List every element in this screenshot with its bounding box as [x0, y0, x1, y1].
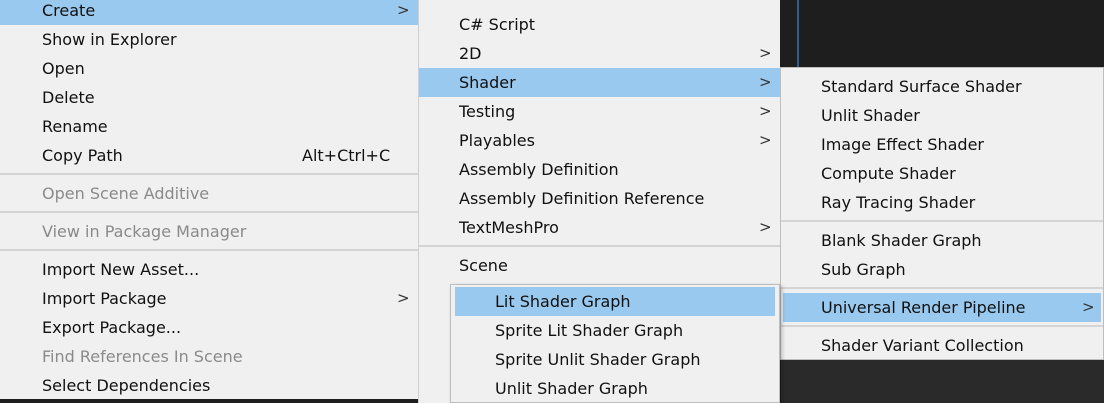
- menu-item-csharp-script-label: C# Script: [459, 15, 536, 34]
- menu-item-delete-label: Delete: [42, 88, 95, 107]
- menu-item-2d-label: 2D: [459, 44, 482, 63]
- menu-separator: [781, 325, 1103, 327]
- menu-item-playables[interactable]: Playables >: [419, 126, 780, 155]
- menu-item-image-effect-shader-label: Image Effect Shader: [821, 135, 985, 154]
- menu-separator: [0, 173, 418, 175]
- menu-item-create[interactable]: Create >: [0, 0, 418, 25]
- menu-item-unlit-shader-graph[interactable]: Unlit Shader Graph: [455, 374, 775, 403]
- context-menu-universal-render-pipeline: Lit Shader Graph Sprite Lit Shader Graph…: [450, 284, 780, 403]
- menu-item-sub-graph[interactable]: Sub Graph: [781, 255, 1103, 284]
- menu-item-textmeshpro-label: TextMeshPro: [459, 218, 559, 237]
- menu-item-assembly-definition[interactable]: Assembly Definition: [419, 155, 780, 184]
- menu-item-textmeshpro[interactable]: TextMeshPro >: [419, 213, 780, 242]
- submenu-arrow-icon: >: [759, 131, 772, 149]
- menu-item-blank-shader-graph-label: Blank Shader Graph: [821, 231, 982, 250]
- context-menu-main: Create > Show in Explorer Open Delete Re…: [0, 0, 418, 399]
- submenu-arrow-icon: >: [759, 73, 772, 91]
- menu-item-image-effect-shader[interactable]: Image Effect Shader: [781, 130, 1103, 159]
- menu-item-create-label: Create: [42, 1, 96, 20]
- menu-item-find-references-in-scene-label: Find References In Scene: [42, 347, 243, 366]
- menu-separator: [781, 220, 1103, 222]
- menu-item-delete[interactable]: Delete: [0, 83, 418, 112]
- menu-item-export-package[interactable]: Export Package...: [0, 313, 418, 342]
- menu-item-select-dependencies-label: Select Dependencies: [42, 376, 211, 395]
- menu-item-import-package-label: Import Package: [42, 289, 167, 308]
- menu-item-show-in-explorer-label: Show in Explorer: [42, 30, 177, 49]
- menu-item-shader-variant-collection[interactable]: Shader Variant Collection: [781, 331, 1103, 360]
- menu-item-unlit-shader-label: Unlit Shader: [821, 106, 920, 125]
- menu-item-blank-shader-graph[interactable]: Blank Shader Graph: [781, 226, 1103, 255]
- menu-item-copy-path-label: Copy Path: [42, 146, 123, 165]
- submenu-arrow-icon: >: [759, 44, 772, 62]
- menu-item-rename-label: Rename: [42, 117, 108, 136]
- menu-item-assembly-definition-reference-label: Assembly Definition Reference: [459, 189, 705, 208]
- menu-item-select-dependencies[interactable]: Select Dependencies: [0, 371, 418, 400]
- menu-item-open-scene-additive: Open Scene Additive: [0, 179, 418, 208]
- menu-separator: [781, 287, 1103, 289]
- menu-item-open[interactable]: Open: [0, 54, 418, 83]
- menu-item-2d[interactable]: 2D >: [419, 39, 780, 68]
- menu-item-shader[interactable]: Shader >: [419, 68, 780, 97]
- panel-edge-line: [797, 0, 799, 67]
- menu-separator: [419, 245, 780, 247]
- menu-item-lit-shader-graph-label: Lit Shader Graph: [495, 292, 631, 311]
- menu-item-compute-shader[interactable]: Compute Shader: [781, 159, 1103, 188]
- menu-item-ray-tracing-shader[interactable]: Ray Tracing Shader: [781, 188, 1103, 217]
- menu-item-open-scene-additive-label: Open Scene Additive: [42, 184, 210, 203]
- menu-item-universal-render-pipeline[interactable]: Universal Render Pipeline >: [783, 293, 1101, 322]
- menu-item-show-in-explorer[interactable]: Show in Explorer: [0, 25, 418, 54]
- shortcut-copy-path: Alt+Ctrl+C: [302, 146, 391, 165]
- submenu-arrow-icon: >: [397, 289, 410, 307]
- menu-item-csharp-script[interactable]: C# Script: [419, 10, 780, 39]
- menu-item-unlit-shader-graph-label: Unlit Shader Graph: [495, 379, 648, 398]
- menu-item-import-new-asset-label: Import New Asset...: [42, 260, 200, 279]
- menu-item-import-package[interactable]: Import Package >: [0, 284, 418, 313]
- menu-item-universal-render-pipeline-label: Universal Render Pipeline: [821, 298, 1026, 317]
- submenu-arrow-icon: >: [759, 218, 772, 236]
- submenu-arrow-icon: >: [759, 102, 772, 120]
- menu-item-scene[interactable]: Scene: [419, 251, 780, 280]
- menu-separator: [0, 211, 418, 213]
- menu-item-standard-surface-shader-label: Standard Surface Shader: [821, 77, 1022, 96]
- menu-item-compute-shader-label: Compute Shader: [821, 164, 956, 183]
- menu-item-find-references-in-scene: Find References In Scene: [0, 342, 418, 371]
- menu-item-shader-variant-collection-label: Shader Variant Collection: [821, 336, 1024, 355]
- menu-item-sub-graph-label: Sub Graph: [821, 260, 906, 279]
- menu-item-unlit-shader[interactable]: Unlit Shader: [781, 101, 1103, 130]
- submenu-arrow-icon: >: [1082, 298, 1095, 316]
- menu-item-lit-shader-graph[interactable]: Lit Shader Graph: [455, 287, 775, 316]
- menu-item-playables-label: Playables: [459, 131, 535, 150]
- menu-item-standard-surface-shader[interactable]: Standard Surface Shader: [781, 72, 1103, 101]
- menu-separator: [0, 249, 418, 251]
- menu-item-sprite-unlit-shader-graph[interactable]: Sprite Unlit Shader Graph: [455, 345, 775, 374]
- submenu-arrow-icon: >: [397, 1, 410, 19]
- menu-item-sprite-lit-shader-graph-label: Sprite Lit Shader Graph: [495, 321, 684, 340]
- menu-item-testing-label: Testing: [459, 102, 516, 121]
- menu-item-ray-tracing-shader-label: Ray Tracing Shader: [821, 193, 976, 212]
- menu-item-rename[interactable]: Rename: [0, 112, 418, 141]
- menu-item-export-package-label: Export Package...: [42, 318, 182, 337]
- menu-item-sprite-unlit-shader-graph-label: Sprite Unlit Shader Graph: [495, 350, 701, 369]
- menu-item-assembly-definition-reference[interactable]: Assembly Definition Reference: [419, 184, 780, 213]
- menu-item-testing[interactable]: Testing >: [419, 97, 780, 126]
- menu-item-sprite-lit-shader-graph[interactable]: Sprite Lit Shader Graph: [455, 316, 775, 345]
- menu-item-view-in-package-manager-label: View in Package Manager: [42, 222, 247, 241]
- menu-item-view-in-package-manager: View in Package Manager: [0, 217, 418, 246]
- menu-item-scene-label: Scene: [459, 256, 508, 275]
- menu-item-open-label: Open: [42, 59, 85, 78]
- menu-item-assembly-definition-label: Assembly Definition: [459, 160, 619, 179]
- context-menu-shader: Standard Surface Shader Unlit Shader Ima…: [780, 67, 1104, 360]
- menu-item-import-new-asset[interactable]: Import New Asset...: [0, 255, 418, 284]
- menu-shadow: [781, 360, 1104, 403]
- menu-item-copy-path[interactable]: Copy Path Alt+Ctrl+C: [0, 141, 418, 170]
- menu-item-shader-label: Shader: [459, 73, 516, 92]
